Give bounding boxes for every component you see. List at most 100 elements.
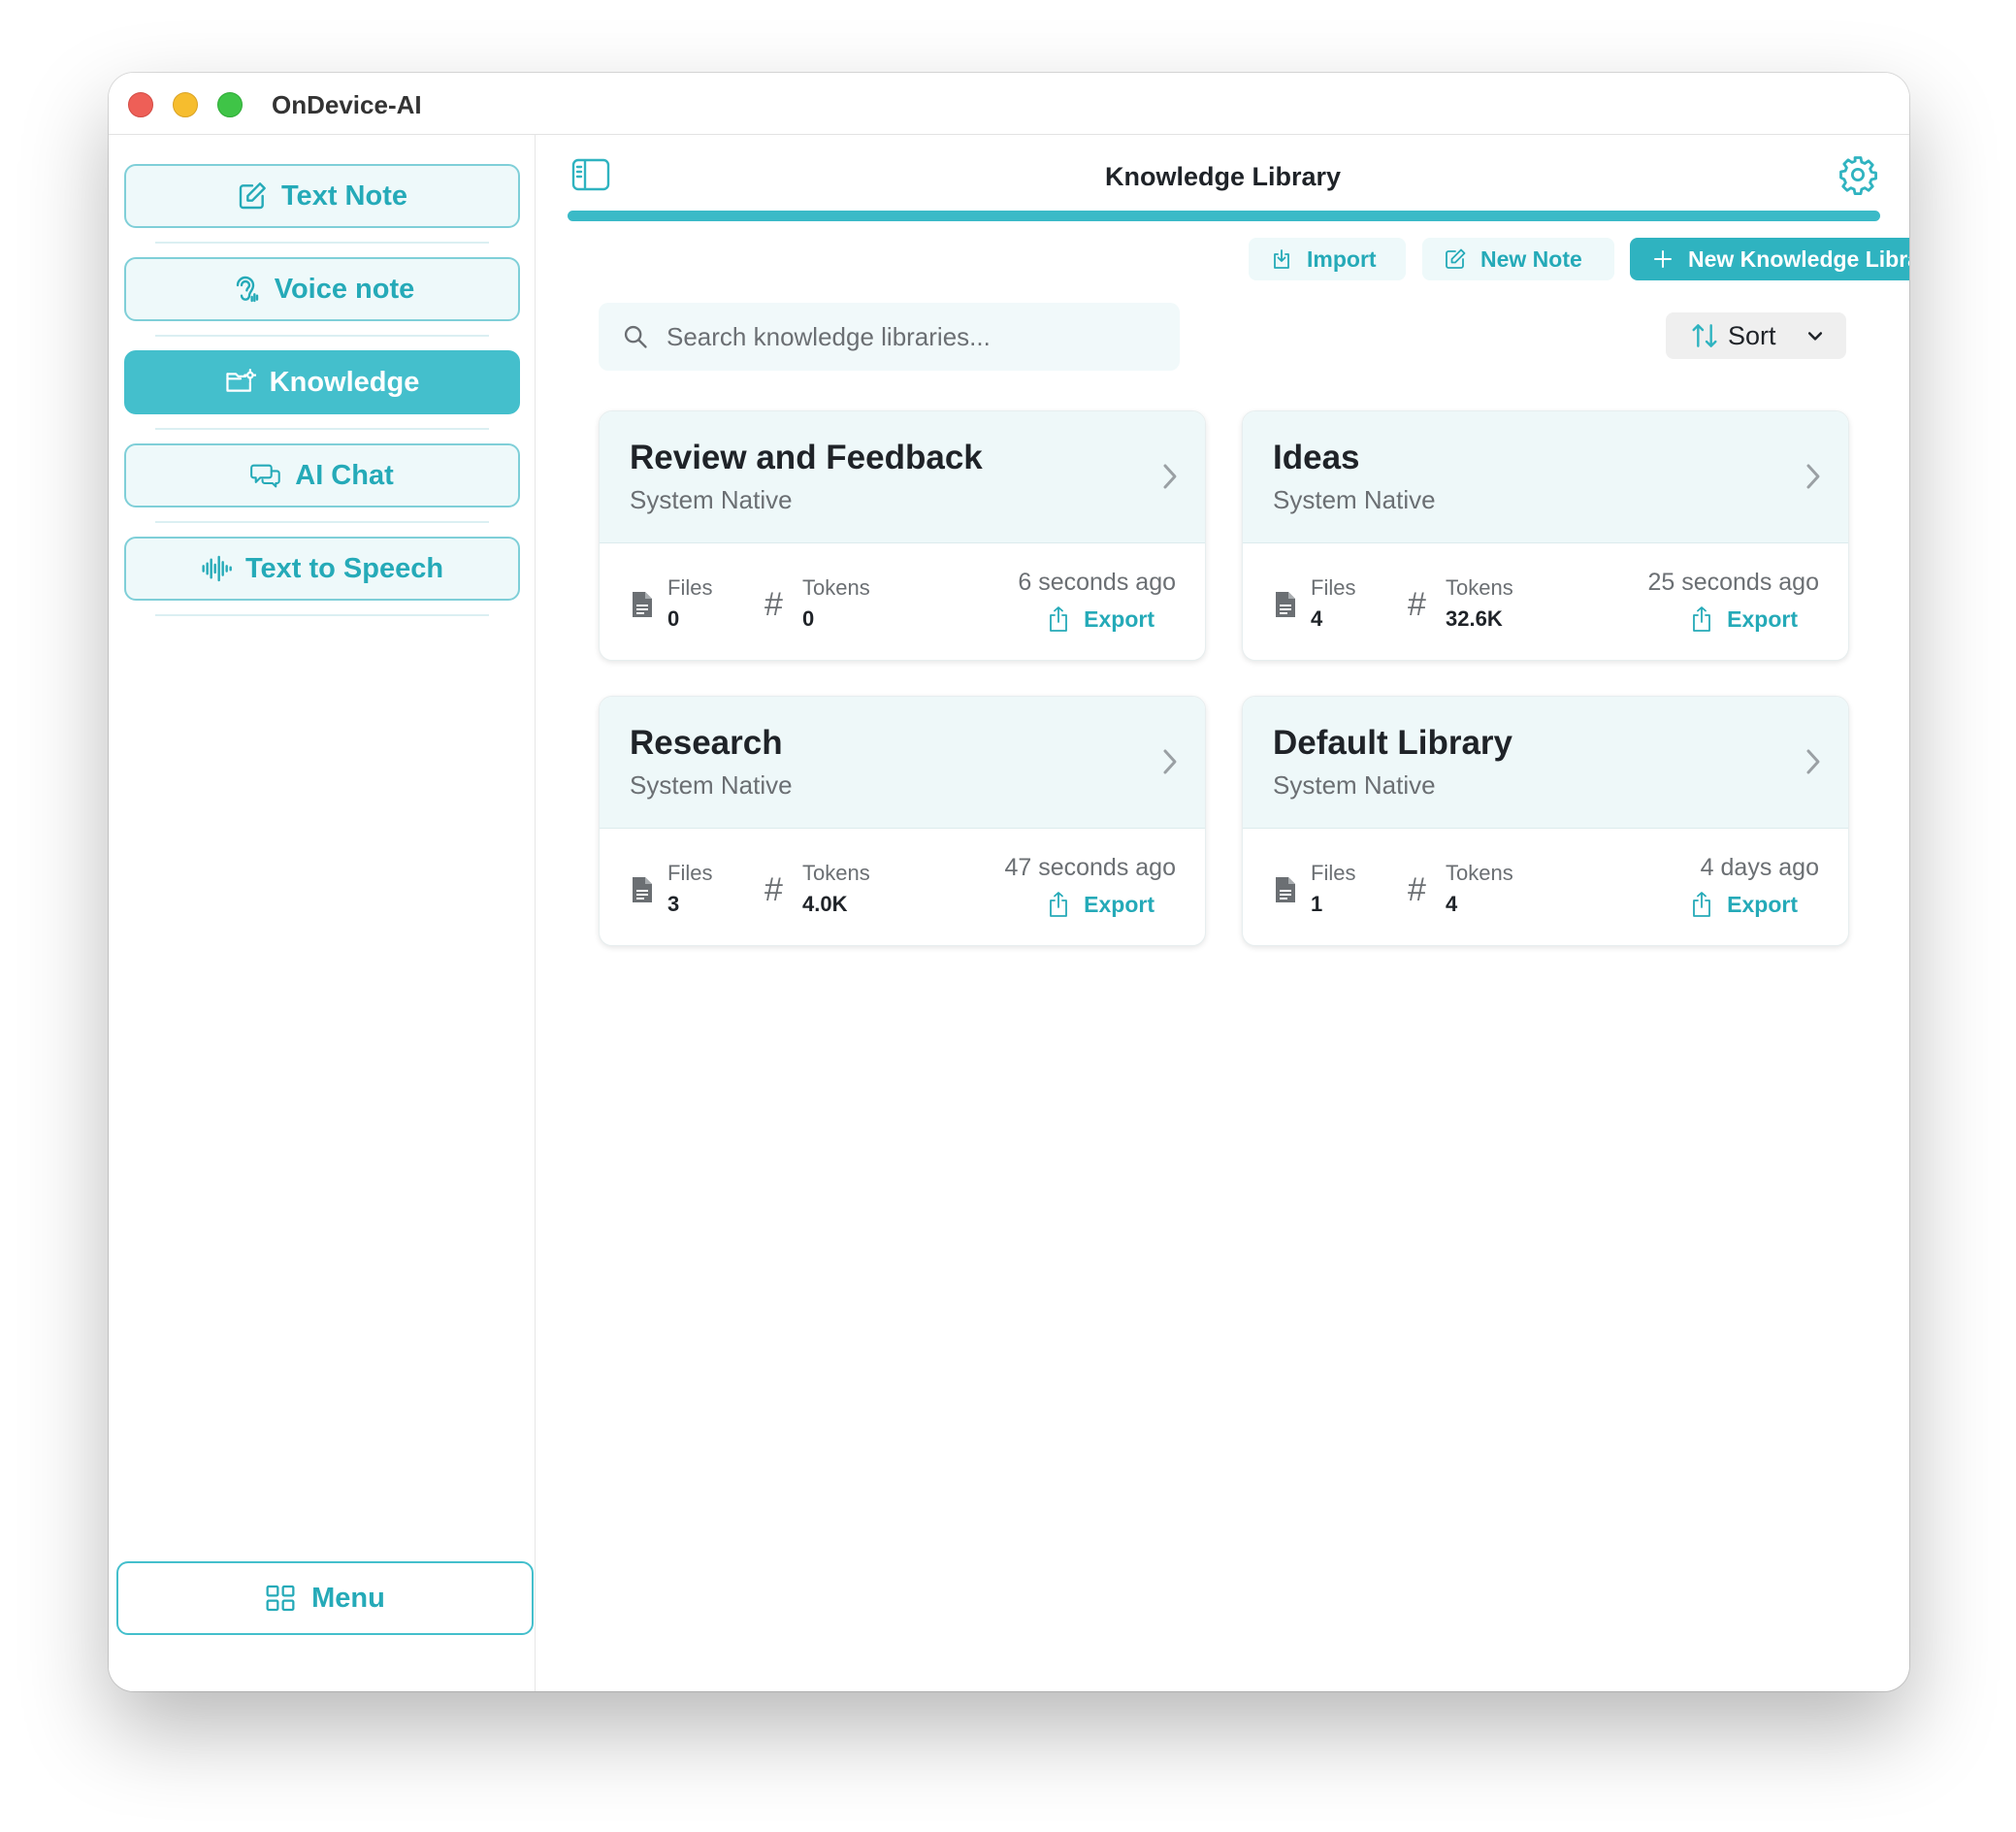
files-count: 3 [667,892,680,916]
share-icon [1050,892,1068,917]
export-button[interactable]: Export [1690,605,1798,633]
divider [155,614,489,616]
tokens-label: Tokens [1446,861,1513,885]
minimize-window-button[interactable] [173,92,198,117]
settings-gear-icon[interactable] [1837,154,1878,195]
menu-label: Menu [311,1582,385,1614]
tokens-count: 4.0K [802,892,848,916]
menu-button[interactable]: Menu [116,1561,534,1635]
file-icon [1276,592,1295,617]
library-card[interactable]: Ideas System Native Files 4 # Tokens 32.… [1242,410,1849,661]
edit-icon [239,182,266,210]
import-icon [1274,249,1289,269]
chevron-right-icon [1163,749,1177,774]
import-label: Import [1307,245,1377,272]
library-name: Review and Feedback [630,439,983,476]
library-name: Research [630,724,783,762]
share-icon [1693,892,1711,917]
sort-dropdown[interactable]: Sort [1666,312,1846,359]
updated-time: 25 seconds ago [1647,569,1819,596]
file-icon [633,877,652,902]
library-name: Default Library [1273,724,1512,762]
chevron-right-icon [1163,464,1177,489]
app-title: OnDevice-AI [272,90,422,119]
chevron-right-icon [1806,464,1820,489]
export-label: Export [1084,891,1154,917]
chat-bubbles-icon [250,464,280,488]
updated-time: 4 days ago [1700,854,1819,881]
export-label: Export [1084,605,1154,632]
share-icon [1050,606,1068,632]
sort-arrows-icon [1692,324,1717,347]
import-button[interactable]: Import [1249,238,1406,280]
divider [155,428,489,430]
card-header: Research System Native [600,697,1205,829]
sidebar-item-text-note[interactable]: Text Note [124,164,520,228]
files-count: 0 [667,606,680,631]
folder-settings-icon [226,368,256,392]
close-window-button[interactable] [128,92,153,117]
card-header: Default Library System Native [1243,697,1848,829]
new-note-button[interactable]: New Note [1422,238,1614,280]
sort-label: Sort [1728,320,1776,350]
export-button[interactable]: Export [1047,891,1154,918]
title-bar: OnDevice-AI [109,73,1909,135]
progress-bar [568,211,1880,221]
sidebar-item-knowledge[interactable]: Knowledge [124,350,520,414]
tokens-count: 4 [1446,892,1458,916]
new-library-label: New Knowledge Library [1688,245,1909,272]
hash-icon: # [764,871,783,908]
export-button[interactable]: Export [1047,605,1154,633]
search-input[interactable] [667,321,1152,352]
sidebar-item-text-to-speech[interactable]: Text to Speech [124,537,520,601]
sidebar-item-ai-chat[interactable]: AI Chat [124,443,520,507]
search-icon [624,325,647,348]
sidebar: Text Note Voice note Knowledge AI Chat T… [109,135,536,1691]
page-title: Knowledge Library [1104,162,1342,191]
card-header: Ideas System Native [1243,411,1848,543]
tokens-label: Tokens [802,861,870,885]
search-bar [599,303,1180,371]
tokens-label: Tokens [802,575,870,600]
files-label: Files [1311,861,1356,885]
hash-icon: # [1408,871,1426,908]
zoom-window-button[interactable] [217,92,243,117]
library-card[interactable]: Research System Native Files 3 # Tokens … [599,696,1206,946]
divider [155,335,489,337]
divider [155,242,489,244]
new-knowledge-library-button[interactable]: New Knowledge Library [1630,238,1909,280]
hearing-icon [236,276,258,303]
tokens-label: Tokens [1446,575,1513,600]
library-card[interactable]: Default Library System Native Files 1 # … [1242,696,1849,946]
file-icon [1276,877,1295,902]
card-header: Review and Feedback System Native [600,411,1205,543]
files-label: Files [667,575,713,600]
app-window: OnDevice-AI Text Note Voice note Knowled… [109,73,1909,1691]
tokens-count: 32.6K [1446,606,1503,631]
library-source: System Native [1273,485,1436,514]
tokens-count: 0 [802,606,815,631]
new-note-label: New Note [1480,245,1582,272]
sidebar-item-label: Text to Speech [244,552,444,584]
waveform-icon [202,555,232,582]
library-source: System Native [630,770,793,800]
divider [155,521,489,523]
sidebar-item-voice-note[interactable]: Voice note [124,257,520,321]
export-button[interactable]: Export [1690,891,1798,918]
edit-icon [1446,248,1466,269]
library-source: System Native [630,485,793,514]
progress-fill [568,211,1880,221]
library-card[interactable]: Review and Feedback System Native Files … [599,410,1206,661]
main-content: Knowledge Library Import New Note New Kn… [537,135,1909,1691]
plus-icon [1654,250,1672,268]
files-label: Files [1311,575,1356,600]
grid-icon [266,1585,295,1612]
sidebar-item-label: Text Note [281,180,407,212]
updated-time: 47 seconds ago [1004,854,1176,881]
sidebar-item-label: Knowledge [269,366,420,398]
export-label: Export [1727,605,1798,632]
chevron-right-icon [1806,749,1820,774]
library-source: System Native [1273,770,1436,800]
files-count: 4 [1311,606,1323,631]
library-name: Ideas [1273,439,1360,476]
